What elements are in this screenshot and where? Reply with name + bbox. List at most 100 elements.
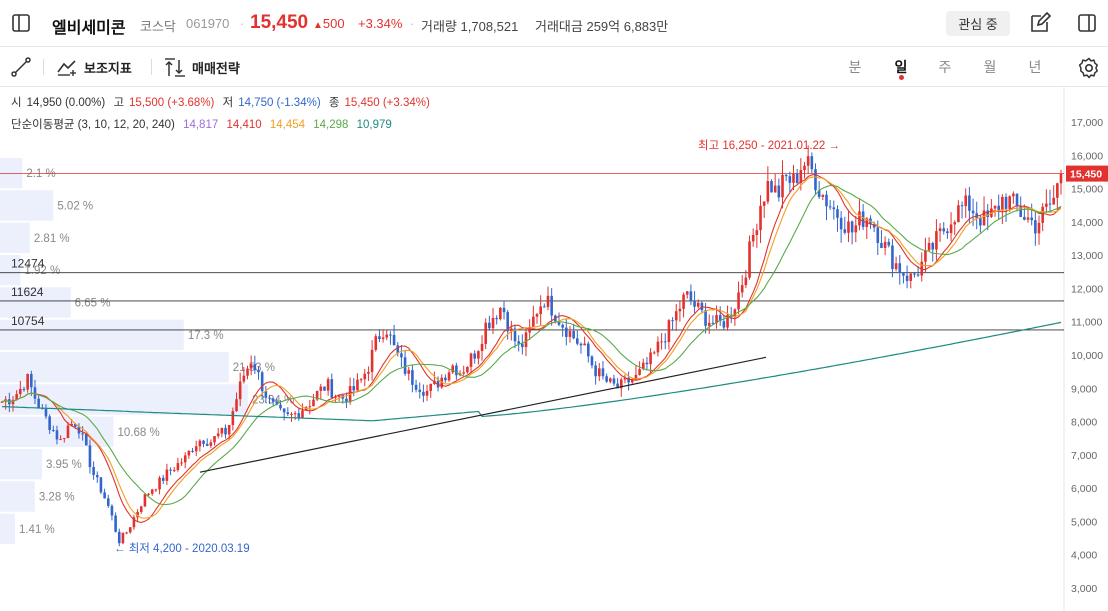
candle-body (576, 338, 579, 344)
candle-body (33, 387, 37, 399)
volume-profile-bar (0, 449, 42, 480)
candle-body (367, 371, 370, 374)
candle-body (99, 477, 103, 493)
candle-body (187, 450, 191, 456)
candle-body (792, 173, 795, 183)
candle-body (902, 273, 905, 276)
candle-body (788, 176, 792, 183)
candle-body (286, 412, 290, 414)
candle-body (66, 425, 70, 439)
draw-line-tool[interactable] (10, 55, 32, 79)
candle-body (154, 489, 158, 491)
candle-body (359, 379, 363, 381)
period-day[interactable]: 일 (889, 57, 913, 77)
sidebar-toggle-icon[interactable] (7, 9, 35, 37)
candle-body (30, 373, 33, 388)
volume-profile-bar (0, 158, 23, 189)
candle-body (667, 320, 671, 342)
candle-body (293, 413, 297, 415)
side-panel-icon[interactable] (1073, 9, 1101, 37)
candle-body (836, 209, 839, 218)
candle-body (205, 443, 209, 446)
support-level-label: 11624 (11, 285, 44, 299)
candle-body (352, 386, 356, 391)
candle-body (748, 241, 751, 278)
candle-body (968, 195, 971, 211)
candle-body (535, 313, 539, 317)
candle-body (326, 379, 330, 391)
candle-body (260, 372, 264, 392)
current-price-tag-label: 15,450 (1070, 169, 1102, 181)
candle-body (916, 274, 920, 276)
candle-body (770, 181, 773, 193)
candle-body (502, 307, 506, 313)
candle-body (931, 243, 935, 250)
period-week[interactable]: 주 (933, 57, 957, 77)
candle-body (297, 413, 301, 418)
ma-value: 14,410 (226, 119, 262, 131)
candle-body (689, 291, 693, 302)
y-axis-tick-label: 5,000 (1071, 516, 1097, 528)
price-chart[interactable]: 2.1 %5.02 %2.81 %1.92 %6.65 %17.3 %21.53… (0, 87, 1108, 611)
candle-body (484, 322, 487, 344)
candle-body (953, 222, 957, 225)
settings-gear-icon[interactable] (1075, 54, 1103, 82)
candle-body (964, 195, 968, 206)
candle-body (594, 365, 597, 377)
candle-body (330, 379, 334, 398)
candle-body (550, 295, 553, 316)
candle-body (407, 370, 411, 374)
candle-body (264, 391, 268, 398)
candle-body (242, 375, 246, 382)
candle-body (957, 205, 960, 223)
candle-body (608, 378, 612, 382)
candle-body (139, 506, 143, 512)
candle-body (150, 489, 154, 494)
candle-body (1048, 203, 1052, 205)
candle-body (444, 377, 447, 381)
strategy-button[interactable]: 매매전략 (164, 55, 240, 79)
candle-body (301, 410, 304, 418)
candle-body (1052, 197, 1055, 205)
candle-body (323, 386, 326, 391)
candle-body (110, 505, 114, 516)
candle-body (586, 343, 590, 357)
candle-body (1026, 217, 1030, 220)
candle-body (92, 467, 95, 476)
candle-body (165, 469, 169, 481)
candle-body (696, 302, 700, 307)
candle-body (356, 379, 359, 391)
candle-body (425, 390, 429, 396)
candle-body (612, 378, 616, 384)
period-month[interactable]: 월 (978, 57, 1002, 77)
ma-value: 14,298 (313, 119, 349, 131)
y-axis-tick-label: 4,000 (1071, 550, 1097, 562)
candle-body (949, 224, 953, 234)
candle-body (411, 370, 414, 385)
candle-body (44, 408, 48, 417)
candle-body (422, 391, 425, 396)
candle-body (909, 273, 913, 281)
candle-body (279, 404, 282, 409)
period-minute[interactable]: 분 (843, 57, 867, 77)
candle-body (678, 308, 682, 312)
candle-body (773, 185, 777, 193)
candle-body (1030, 217, 1033, 221)
candle-body (854, 225, 858, 233)
indicator-button[interactable]: 보조지표 (56, 55, 132, 79)
candle-body (971, 210, 975, 214)
period-year[interactable]: 년 (1023, 57, 1047, 77)
candle-body (1015, 193, 1019, 207)
candle-body (84, 433, 88, 446)
candle-body (370, 349, 374, 372)
candle-body (125, 532, 128, 534)
edit-icon[interactable] (1026, 9, 1054, 37)
separator-dot: · (240, 16, 245, 31)
candle-body (26, 373, 29, 390)
volume-profile-label: 6.65 % (75, 298, 111, 310)
candle-body (766, 181, 770, 202)
candle-body (894, 263, 898, 270)
candle-body (1008, 196, 1011, 209)
candle-body (268, 397, 271, 399)
watchlist-button[interactable]: 관심 중 (946, 11, 1010, 36)
